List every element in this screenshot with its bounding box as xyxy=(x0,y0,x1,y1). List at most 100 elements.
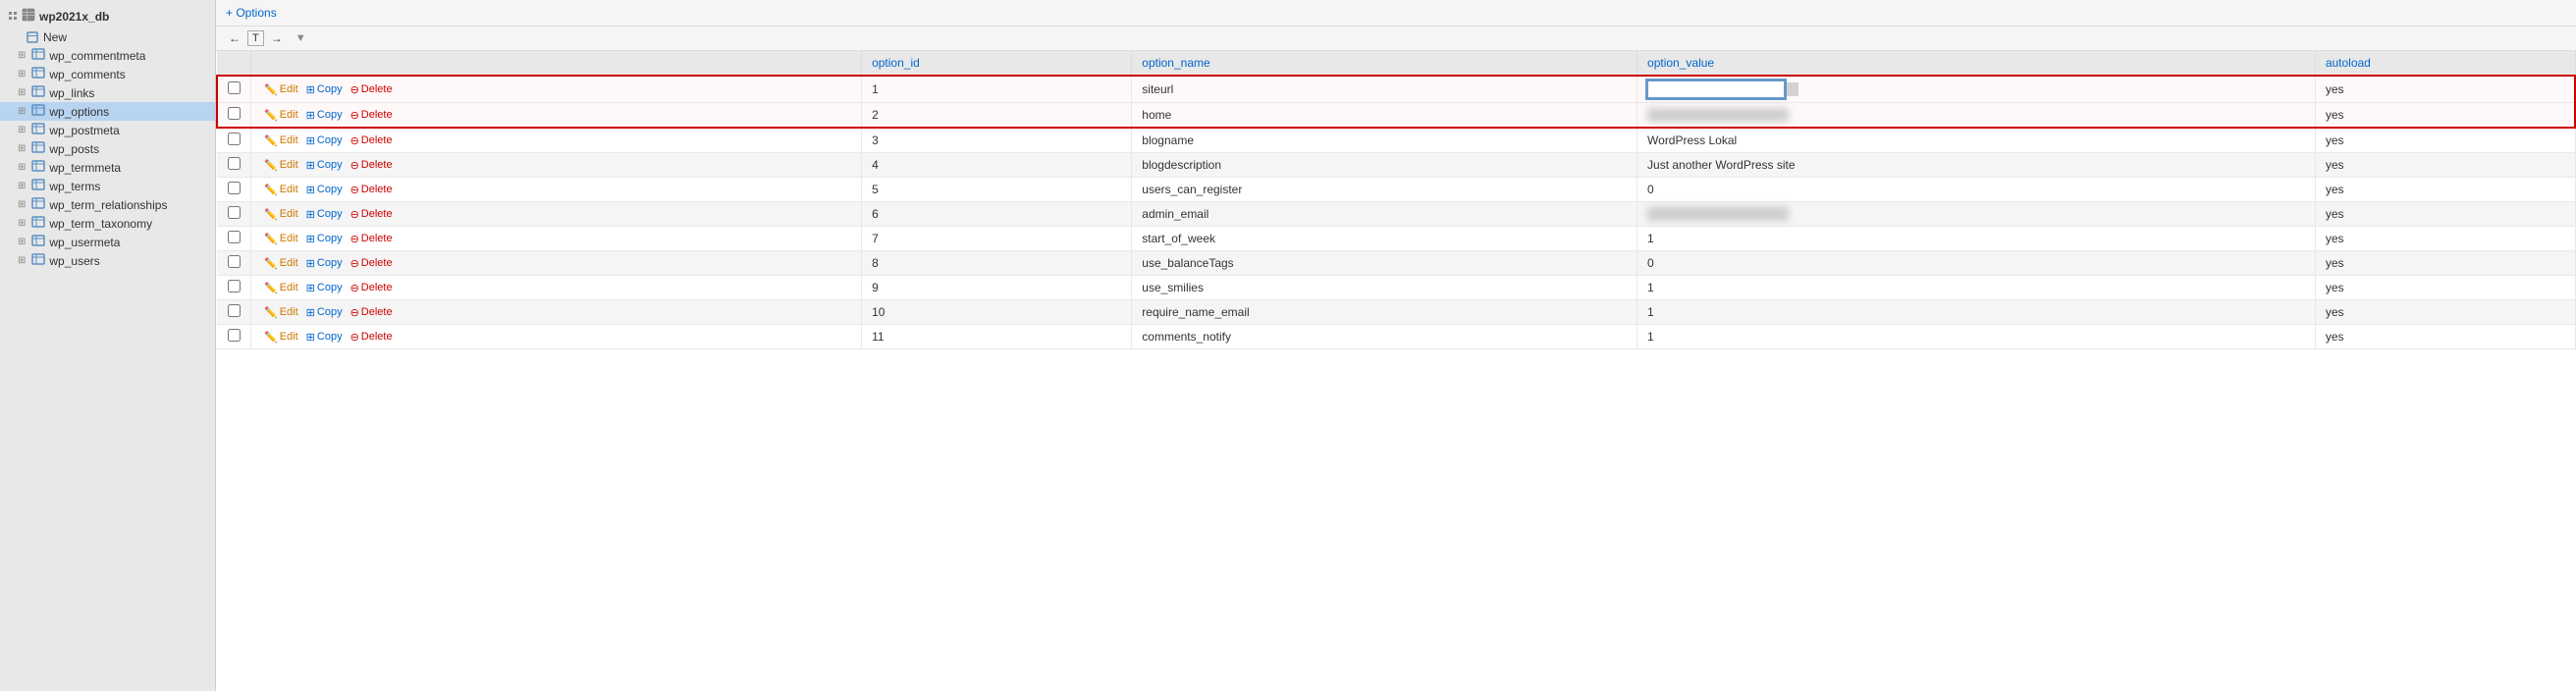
sidebar-item-wp_terms[interactable]: ⊞ wp_terms xyxy=(0,177,215,195)
edit-button[interactable]: ✏️ Edit xyxy=(261,207,301,222)
sidebar-item-wp_term_relationships[interactable]: ⊞ wp_term_relationships xyxy=(0,195,215,214)
col-option-name[interactable]: option_name xyxy=(1132,51,1637,76)
copy-icon: ⊞ xyxy=(306,184,315,196)
copy-button[interactable]: ⊞ Copy xyxy=(303,108,346,123)
delete-button[interactable]: ⊖ Delete xyxy=(348,108,396,123)
copy-button[interactable]: ⊞ Copy xyxy=(303,82,346,97)
row-checkbox[interactable] xyxy=(228,329,241,342)
delete-button[interactable]: ⊖ Delete xyxy=(348,158,396,173)
col-autoload[interactable]: autoload xyxy=(2315,51,2575,76)
sidebar-item-wp_usermeta[interactable]: ⊞ wp_usermeta xyxy=(0,233,215,251)
pencil-icon: ✏️ xyxy=(264,233,278,245)
delete-label: Delete xyxy=(361,208,393,220)
sidebar-item-wp_links[interactable]: ⊞ wp_links xyxy=(0,83,215,102)
edit-button[interactable]: ✏️ Edit xyxy=(261,330,301,345)
copy-label: Copy xyxy=(317,159,343,171)
copy-button[interactable]: ⊞ Copy xyxy=(303,207,346,222)
edit-button[interactable]: ✏️ Edit xyxy=(261,281,301,295)
edit-button[interactable]: ✏️ Edit xyxy=(261,305,301,320)
row-checkbox[interactable] xyxy=(228,304,241,317)
option-id-cell: 1 xyxy=(862,76,1132,103)
delete-label: Delete xyxy=(361,282,393,293)
pencil-icon: ✏️ xyxy=(264,83,278,96)
db-header[interactable]: wp2021x_db xyxy=(0,4,215,28)
delete-button[interactable]: ⊖ Delete xyxy=(348,133,396,148)
row-checkbox[interactable] xyxy=(228,107,241,120)
copy-button[interactable]: ⊞ Copy xyxy=(303,183,346,197)
row-checkbox[interactable] xyxy=(228,280,241,292)
edit-button[interactable]: ✏️ Edit xyxy=(261,256,301,271)
copy-button[interactable]: ⊞ Copy xyxy=(303,256,346,271)
copy-button[interactable]: ⊞ Copy xyxy=(303,281,346,295)
copy-button[interactable]: ⊞ Copy xyxy=(303,158,346,173)
copy-button[interactable]: ⊞ Copy xyxy=(303,133,346,148)
edit-label: Edit xyxy=(280,159,298,171)
delete-button[interactable]: ⊖ Delete xyxy=(348,232,396,246)
edit-label: Edit xyxy=(280,208,298,220)
copy-button[interactable]: ⊞ Copy xyxy=(303,232,346,246)
sidebar-item-wp_users[interactable]: ⊞ wp_users xyxy=(0,251,215,270)
sidebar-item-wp_postmeta[interactable]: ⊞ wp_postmeta xyxy=(0,121,215,139)
row-checkbox[interactable] xyxy=(228,182,241,194)
col-option-value[interactable]: option_value xyxy=(1637,51,2316,76)
tree-toggle: ⊞ xyxy=(18,50,26,61)
delete-button[interactable]: ⊖ Delete xyxy=(348,207,396,222)
sidebar-item-wp_posts[interactable]: ⊞ wp_posts xyxy=(0,139,215,158)
edit-button[interactable]: ✏️ Edit xyxy=(261,158,301,173)
delete-button[interactable]: ⊖ Delete xyxy=(348,256,396,271)
delete-button[interactable]: ⊖ Delete xyxy=(348,82,396,97)
sidebar-item-new[interactable]: New xyxy=(0,28,215,46)
resize-handle[interactable] xyxy=(1787,82,1798,96)
table-row: ✏️ Edit ⊞ Copy ⊖ Delete 1siteurl yes xyxy=(217,76,2575,103)
nav-table-button[interactable]: T xyxy=(247,30,264,46)
delete-label: Delete xyxy=(361,109,393,121)
sidebar-item-wp_comments[interactable]: ⊞ wp_comments xyxy=(0,65,215,83)
nav-left-button[interactable]: ← xyxy=(226,30,243,46)
sidebar-item-wp_term_taxonomy[interactable]: ⊞ wp_term_taxonomy xyxy=(0,214,215,233)
db-name-label: wp2021x_db xyxy=(39,10,109,24)
delete-button[interactable]: ⊖ Delete xyxy=(348,330,396,345)
row-checkbox[interactable] xyxy=(228,231,241,243)
sidebar-item-wp_commentmeta[interactable]: ⊞ wp_commentmeta xyxy=(0,46,215,65)
pencil-icon: ✏️ xyxy=(264,331,278,344)
table-icon-wp_usermeta xyxy=(31,235,45,249)
edit-button[interactable]: ✏️ Edit xyxy=(261,108,301,123)
col-option-id[interactable]: option_id xyxy=(862,51,1132,76)
pencil-icon: ✏️ xyxy=(264,257,278,270)
row-checkbox[interactable] xyxy=(228,206,241,219)
sidebar-item-wp_options[interactable]: ⊞ wp_options xyxy=(0,102,215,121)
nav-right-button[interactable]: → xyxy=(268,30,286,46)
delete-button[interactable]: ⊖ Delete xyxy=(348,305,396,320)
option-name-cell: require_name_email xyxy=(1132,300,1637,325)
delete-button[interactable]: ⊖ Delete xyxy=(348,183,396,197)
copy-icon: ⊞ xyxy=(306,233,315,245)
option-value-cell: 0 xyxy=(1637,251,2316,276)
copy-icon: ⊞ xyxy=(306,208,315,221)
row-checkbox[interactable] xyxy=(228,157,241,170)
sidebar-table-label: wp_usermeta xyxy=(49,236,120,249)
option-name-cell: blogname xyxy=(1132,128,1637,153)
db-icon xyxy=(22,8,35,25)
option-name-cell: home xyxy=(1132,103,1637,129)
copy-button[interactable]: ⊞ Copy xyxy=(303,305,346,320)
edit-button[interactable]: ✏️ Edit xyxy=(261,133,301,148)
options-toggle[interactable]: + Options xyxy=(226,6,277,20)
row-checkbox-cell xyxy=(217,103,251,129)
edit-button[interactable]: ✏️ Edit xyxy=(261,232,301,246)
option-name-cell: start_of_week xyxy=(1132,227,1637,251)
edit-button[interactable]: ✏️ Edit xyxy=(261,183,301,197)
edit-button[interactable]: ✏️ Edit xyxy=(261,82,301,97)
copy-icon: ⊞ xyxy=(306,331,315,344)
option-value-input[interactable] xyxy=(1647,80,1785,98)
row-actions-cell: ✏️ Edit ⊞ Copy ⊖ Delete xyxy=(251,153,862,178)
delete-button[interactable]: ⊖ Delete xyxy=(348,281,396,295)
row-checkbox[interactable] xyxy=(228,133,241,145)
main-panel: + Options ← T → ▼ option_id option_name … xyxy=(216,0,2576,691)
tree-toggle: ⊞ xyxy=(18,162,26,173)
table-row: ✏️ Edit ⊞ Copy ⊖ Delete 3blognameWordPre… xyxy=(217,128,2575,153)
copy-button[interactable]: ⊞ Copy xyxy=(303,330,346,345)
sidebar-item-wp_termmeta[interactable]: ⊞ wp_termmeta xyxy=(0,158,215,177)
row-checkbox[interactable] xyxy=(228,81,241,94)
row-checkbox[interactable] xyxy=(228,255,241,268)
option-id-cell: 7 xyxy=(862,227,1132,251)
